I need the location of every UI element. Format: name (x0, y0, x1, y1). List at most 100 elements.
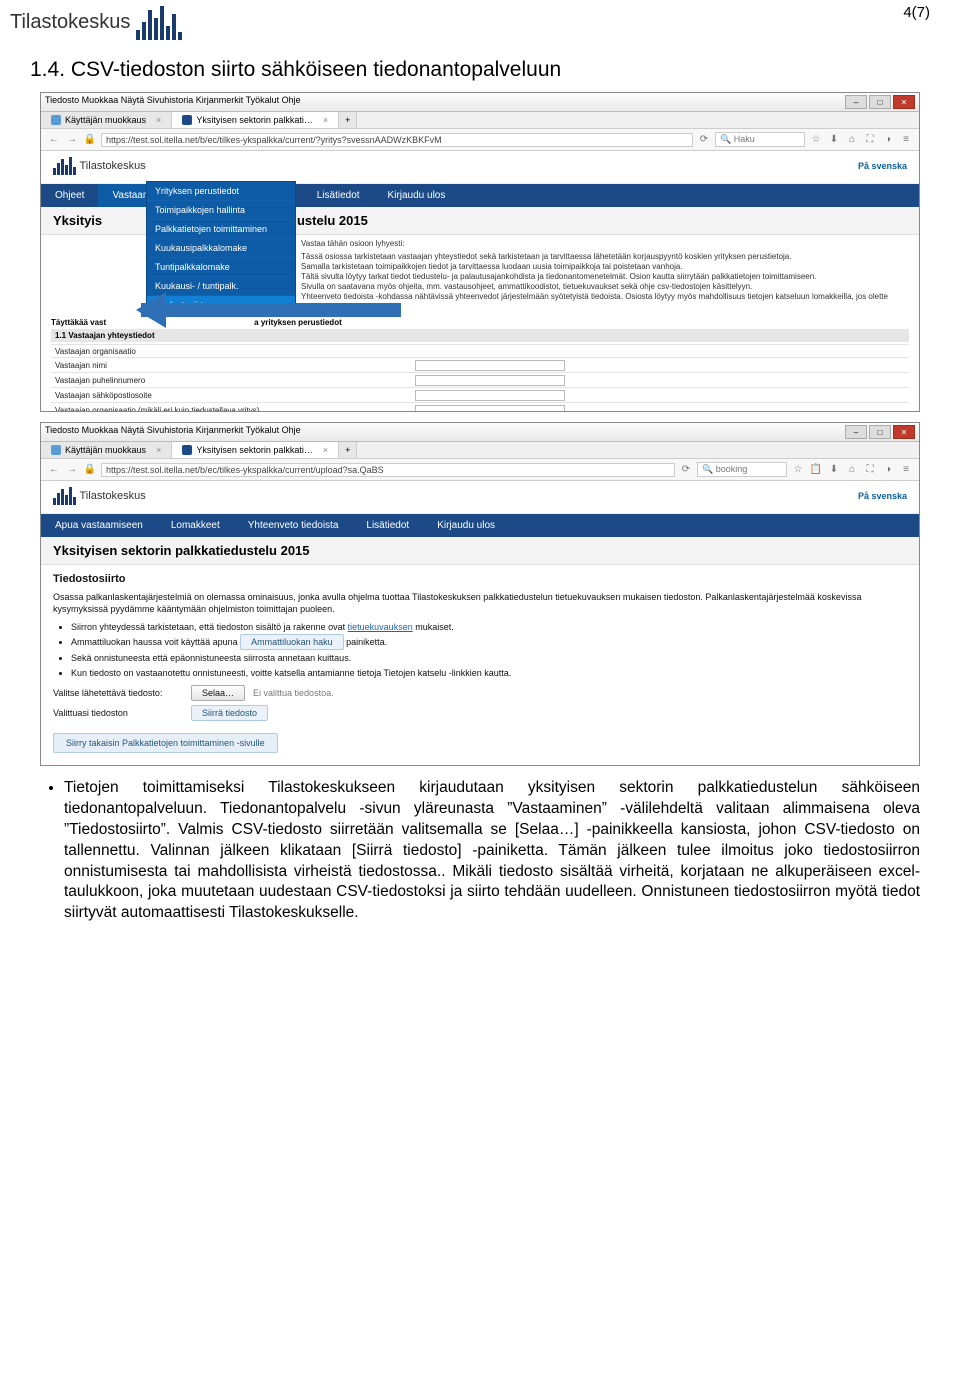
forward-icon[interactable]: → (65, 133, 79, 147)
fullscreen-icon[interactable]: ⛶ (863, 463, 877, 477)
search-placeholder: Haku (734, 134, 755, 144)
nav-apua[interactable]: Apua vastaamiseen (41, 514, 157, 537)
lbl-phone: Vastaajan puhelinnumero (51, 373, 411, 388)
minimize-icon[interactable]: – (845, 95, 867, 109)
menu-icon[interactable]: ≡ (899, 133, 913, 147)
home-icon[interactable]: ⌂ (845, 463, 859, 477)
browse-button[interactable]: Selaa… (191, 685, 245, 701)
nav-lisatiedot[interactable]: Lisätiedot (303, 184, 374, 207)
address-bar: ← → 🔒 ⟳ 🔍 booking ☆ 📋 ⬇ ⌂ ⛶ ◑ ≡ (41, 459, 919, 481)
download-icon[interactable]: ⬇ (827, 463, 841, 477)
window-menu-bar: Tiedosto Muokkaa Näytä Sivuhistoria Kirj… (41, 93, 919, 112)
input-org2[interactable] (415, 405, 565, 413)
magnify-icon: 🔍 (702, 464, 713, 474)
new-tab-button[interactable]: + (339, 112, 357, 128)
magnify-icon: 🔍 (720, 134, 731, 144)
window-controls[interactable]: – □ ✕ (845, 425, 915, 439)
tab-close-icon[interactable]: × (323, 445, 328, 455)
nav-yhteenveto[interactable]: Yhteenveto tiedoista (234, 514, 353, 537)
language-link[interactable]: På svenska (858, 491, 907, 501)
nav-kirjaudu-ulos[interactable]: Kirjaudu ulos (374, 184, 460, 207)
dd-item-kk-lomake[interactable]: Kuukausipalkkalomake (147, 239, 295, 258)
clipboard-icon[interactable]: 📋 (809, 463, 823, 477)
reload-icon[interactable]: ⟳ (697, 133, 711, 147)
logo-text: Tilastokeskus (10, 11, 130, 34)
form-table-1: Vastaajan organisaatio Vastaajan nimi Va… (51, 344, 909, 412)
vastaaminen-dropdown[interactable]: Yrityksen perustiedot Toimipaikkojen hal… (146, 181, 296, 316)
menu-icon[interactable]: ≡ (899, 463, 913, 477)
browser-tabstrip: Käyttäjän muokkaus× Yksityisen sektorin … (41, 442, 919, 459)
app-banner: Tilastokeskus På svenska (41, 151, 919, 184)
addon-icon[interactable]: ◑ (881, 133, 895, 147)
input-phone[interactable] (415, 375, 565, 386)
maximize-icon[interactable]: □ (869, 95, 891, 109)
download-icon[interactable]: ⬇ (827, 133, 841, 147)
reload-icon[interactable]: ⟳ (679, 463, 693, 477)
page-heading: Yksityisen sektorin palkkatiedustelu 201… (41, 537, 919, 565)
app-logo: Tilastokeskus (53, 157, 146, 175)
dd-item-palkkatiedot[interactable]: Palkkatietojen toimittaminen (147, 220, 295, 239)
addon-icon[interactable]: ◑ (881, 463, 895, 477)
maximize-icon[interactable]: □ (869, 425, 891, 439)
list-item-1: Siirron yhteydessä tarkistetaan, että ti… (71, 621, 907, 633)
url-input[interactable] (101, 133, 693, 147)
app-logo: Tilastokeskus (53, 487, 146, 505)
logo-bars-icon (53, 487, 76, 505)
nav-lisatiedot[interactable]: Lisätiedot (352, 514, 423, 537)
minimize-icon[interactable]: – (845, 425, 867, 439)
tab-close-icon[interactable]: × (156, 445, 161, 455)
nav-kirjaudu-ulos[interactable]: Kirjaudu ulos (423, 514, 509, 537)
subsection-1-1: 1.1 Vastaajan yhteystiedot (51, 329, 909, 342)
tab-1-label: Käyttäjän muokkaus (65, 115, 146, 125)
tab-close-icon[interactable]: × (156, 115, 161, 125)
app-logo-text: Tilastokeskus (80, 490, 146, 502)
page-number: 4(7) (903, 4, 930, 21)
nav-ohjeet[interactable]: Ohjeet (41, 184, 98, 207)
input-name[interactable] (415, 360, 565, 371)
dd-item-tuntipalkka[interactable]: Tuntipalkkalomake (147, 258, 295, 277)
browser-tab-1[interactable]: Käyttäjän muokkaus× (41, 442, 172, 458)
logo-bars-icon (136, 4, 182, 40)
language-link[interactable]: På svenska (858, 161, 907, 171)
back-button[interactable]: Siirry takaisin Palkkatietojen toimittam… (53, 733, 278, 753)
lbl-org: Vastaajan organisaatio (51, 345, 411, 358)
lbl-email: Vastaajan sähköpostiosoite (51, 388, 411, 403)
bookmark-icon[interactable]: ☆ (791, 463, 805, 477)
list-item-4: Kun tiedosto on vastaanotettu onnistunee… (71, 667, 907, 679)
back-icon[interactable]: ← (47, 463, 61, 477)
close-icon[interactable]: ✕ (893, 95, 915, 109)
dd-item-kktunti[interactable]: Kuukausi- / tuntipalk. (147, 277, 295, 296)
search-input[interactable]: 🔍 Haku (715, 132, 805, 147)
list-item-2: Ammattiluokan haussa voit käyttää apuna … (71, 636, 907, 648)
window-controls[interactable]: – □ ✕ (845, 95, 915, 109)
home-icon[interactable]: ⌂ (845, 133, 859, 147)
dd-item-toimipaikat[interactable]: Toimipaikkojen hallinta (147, 201, 295, 220)
intro-line: Vastaa tähän osioon lyhyesti: (301, 239, 909, 249)
file-transfer-row: Valittuasi tiedoston Siirrä tiedosto (53, 705, 907, 721)
menu-text[interactable]: Tiedosto Muokkaa Näytä Sivuhistoria Kirj… (45, 425, 301, 439)
browser-tab-2[interactable]: Yksityisen sektorin palkkati…× (172, 112, 339, 128)
ammattiluokka-haku-button[interactable]: Ammattiluokan haku (240, 634, 344, 650)
browser-tab-1[interactable]: Käyttäjän muokkaus × (41, 112, 172, 128)
fullscreen-icon[interactable]: ⛶ (863, 133, 877, 147)
menu-text[interactable]: Tiedosto Muokkaa Näytä Sivuhistoria Kirj… (45, 95, 301, 109)
li2-text-a: Ammattiluokan haussa voit käyttää apuna (71, 637, 240, 647)
new-tab-button[interactable]: + (339, 442, 357, 458)
close-icon[interactable]: ✕ (893, 425, 915, 439)
forward-icon[interactable]: → (65, 463, 79, 477)
back-icon[interactable]: ← (47, 133, 61, 147)
input-email[interactable] (415, 390, 565, 401)
url-input[interactable] (101, 463, 675, 477)
transfer-button[interactable]: Siirrä tiedosto (191, 705, 268, 721)
dd-item-perustiedot[interactable]: Yrityksen perustiedot (147, 182, 295, 201)
info-list: Siirron yhteydessä tarkistetaan, että ti… (71, 621, 907, 679)
browser-tab-2[interactable]: Yksityisen sektorin palkkati…× (172, 442, 339, 458)
app-banner: Tilastokeskus På svenska (41, 481, 919, 514)
tab-close-icon[interactable]: × (323, 115, 328, 125)
search-input[interactable]: 🔍 booking (697, 462, 787, 477)
list-item-3: Sekä onnistuneesta että epäonnistuneesta… (71, 652, 907, 664)
tietuekuvaus-link[interactable]: tietuekuvauksen (348, 622, 413, 632)
bookmark-icon[interactable]: ☆ (809, 133, 823, 147)
lbl-org2: Vastaajan organisaatio (mikäli eri kuin … (51, 403, 411, 413)
nav-lomakkeet[interactable]: Lomakkeet (157, 514, 234, 537)
